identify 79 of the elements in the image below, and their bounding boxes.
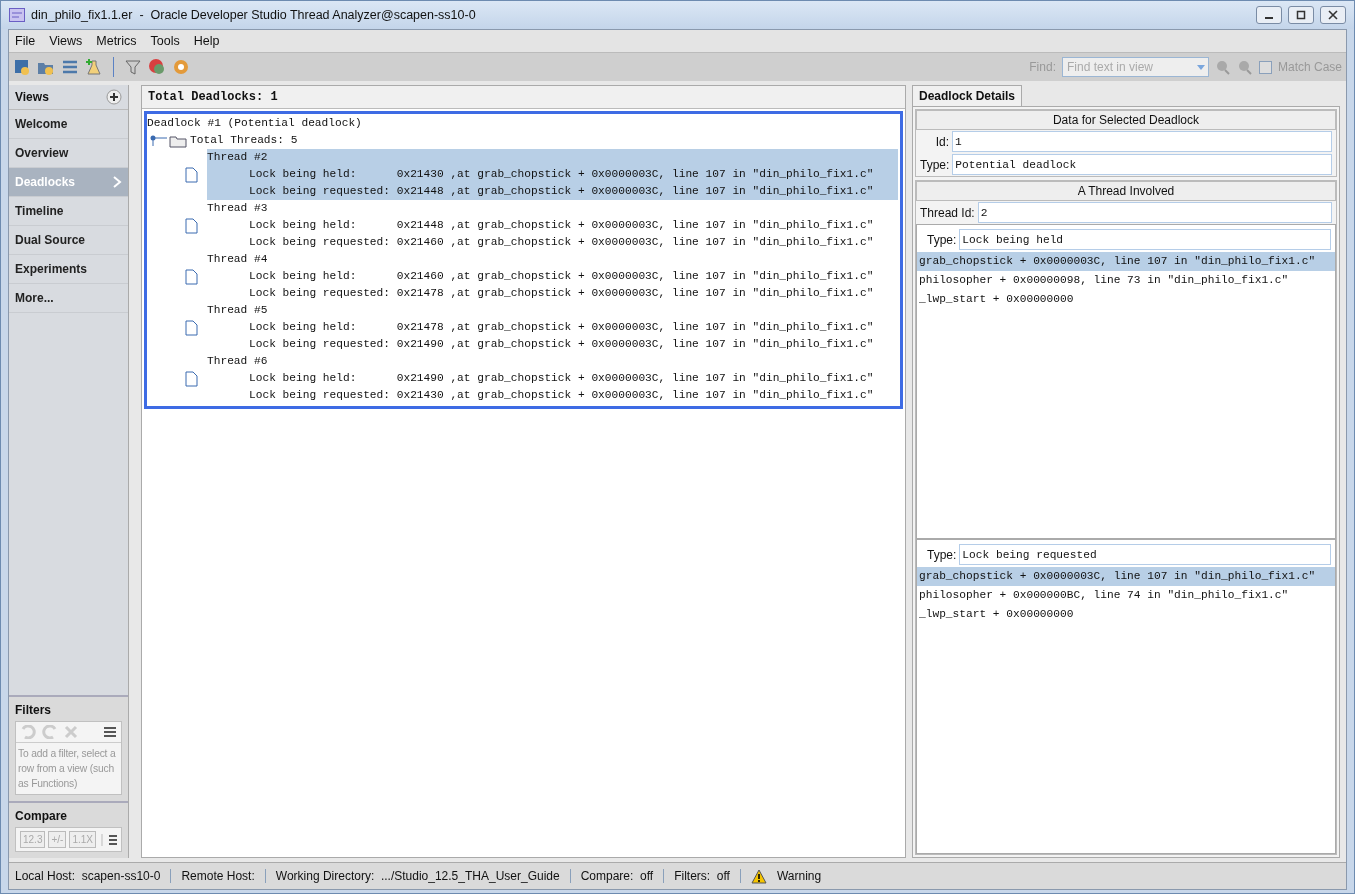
status-item: Remote Host: — [181, 869, 266, 883]
filters-heading: Filters — [15, 703, 52, 717]
minimize-icon — [1265, 17, 1273, 19]
match-case-checkbox[interactable] — [1258, 60, 1272, 74]
chevron-icon — [112, 176, 122, 188]
gear-icon[interactable] — [172, 58, 190, 76]
type-label: Type: — [920, 157, 950, 172]
add-icon[interactable] — [106, 89, 122, 105]
document-icon — [184, 268, 198, 285]
document-icon — [184, 370, 198, 387]
status-item: Working Directory: .../Studio_12.5_THA_User_Guide — [275, 869, 571, 883]
status-item: Filters: off — [674, 869, 741, 883]
remove-icon[interactable] — [64, 725, 78, 739]
sidebar-item[interactable]: Welcome — [9, 110, 128, 139]
menu-item[interactable]: File — [15, 34, 36, 48]
stack-frame[interactable]: _lwp_start + 0x00000000 — [917, 290, 1335, 309]
sidebar-item[interactable]: More... — [9, 284, 128, 313]
thread-node[interactable]: Thread #5 Lock being held: 0x21478 ,at grab_chopstick + 0x0000003C, line 107 in "din_philo_fix1.c" Lock being requested: 0x21490 ,at grab_chopstick + 0x0000003C, line 107 in "din_philo_fix1.c" — [207, 302, 898, 353]
app-icon — [9, 8, 25, 22]
stack-frame[interactable]: grab_chopstick + 0x0000003C, line 107 in "din_philo_fix1.c" — [917, 567, 1335, 586]
sidebar-item[interactable]: Experiments — [9, 255, 128, 284]
type-label: Type: — [927, 232, 957, 247]
status-item: Local Host: scapen-ss10-0 — [15, 869, 172, 883]
menu-item[interactable]: Views — [49, 34, 83, 48]
id-label: Id: — [935, 134, 949, 149]
filters-hint: To add a filter, select a row from a view (such as Functions) — [17, 747, 117, 791]
redo-icon[interactable] — [42, 725, 58, 739]
folder-icon — [169, 133, 187, 148]
warning-icon — [750, 868, 767, 884]
sidebar-item[interactable]: Dual Source — [9, 226, 128, 255]
list-icon[interactable] — [61, 58, 79, 76]
thread-node[interactable]: Thread #2 Lock being held: 0x21430 ,at grab_chopstick + 0x0000003C, line 107 in "din_philo_fix1.c" Lock being requested: 0x21448 ,at grab_chopstick + 0x0000003C, line 107 in "din_philo_fix1.c" — [207, 149, 898, 200]
views-heading: Views — [15, 90, 49, 104]
stack-frame[interactable]: grab_chopstick + 0x0000003C, line 107 in "din_philo_fix1.c" — [917, 252, 1335, 271]
id-field[interactable]: 1 — [952, 131, 1332, 152]
thread-node[interactable]: Thread #3 Lock being held: 0x21448 ,at grab_chopstick + 0x0000003C, line 107 in "din_philo_fix1.c" Lock being requested: 0x21460 ,at grab_chopstick + 0x0000003C, line 107 in "din_philo_fix1.c" — [207, 200, 898, 251]
close-button[interactable] — [1320, 6, 1346, 24]
find-field[interactable]: Find text in view — [1061, 57, 1209, 77]
deadlock-count: Total Deadlocks: 1 — [142, 86, 905, 109]
stack-frame[interactable]: philosopher + 0x00000098, line 73 in "din_philo_fix1.c" — [917, 271, 1335, 290]
flask-icon[interactable] — [85, 58, 103, 76]
sidebar-item[interactable]: Timeline — [9, 197, 128, 226]
menu-item[interactable]: Tools — [150, 34, 180, 48]
stack-frame[interactable]: philosopher + 0x000000BC, line 74 in "din_philo_fix1.c" — [917, 586, 1335, 605]
find-next-icon[interactable] — [1236, 59, 1253, 75]
filter-icon[interactable] — [124, 58, 142, 76]
thread-node[interactable]: Thread #4 Lock being held: 0x21460 ,at grab_chopstick + 0x0000003C, line 107 in "din_philo_fix1.c" Lock being requested: 0x21478 ,at grab_chopstick + 0x0000003C, line 107 in "din_philo_fix1.c" — [207, 251, 898, 302]
close-icon — [1328, 10, 1338, 20]
thread-node[interactable]: Thread #6 Lock being held: 0x21490 ,at grab_chopstick + 0x0000003C, line 107 in "din_philo_fix1.c" Lock being requested: 0x21430 ,at grab_chopstick + 0x0000003C, line 107 in "din_philo_fix1.c" — [207, 353, 898, 404]
stack-frame[interactable]: _lwp_start + 0x00000000 — [917, 605, 1335, 624]
thread-id-label: Thread Id: — [920, 205, 975, 220]
type-field[interactable]: Lock being requested — [959, 544, 1331, 565]
status-item: Compare: off — [580, 869, 665, 883]
minimize-button[interactable] — [1256, 6, 1282, 24]
document-icon — [184, 217, 198, 234]
menu-icon[interactable] — [108, 833, 117, 846]
section-heading: A Thread Involved — [916, 181, 1336, 201]
type-field[interactable]: Potential deadlock — [952, 154, 1332, 175]
details-tab[interactable]: Deadlock Details — [912, 85, 1023, 106]
type-field[interactable]: Lock being held — [959, 229, 1331, 250]
document-icon — [184, 319, 198, 336]
tree-node[interactable]: Deadlock #1 (Potential deadlock) — [147, 115, 898, 132]
find-previous-icon[interactable] — [1214, 59, 1231, 75]
undo-icon[interactable] — [20, 725, 36, 739]
thread-id-field[interactable]: 2 — [977, 202, 1332, 223]
maximize-button[interactable] — [1288, 6, 1314, 24]
section-heading: Data for Selected Deadlock — [916, 110, 1336, 130]
find-input[interactable]: Find text in view — [1062, 60, 1194, 74]
maximize-icon — [1296, 10, 1306, 20]
window-title: din_philo_fix1.1.er - Oracle Developer Studio Thread Analyzer@scapen-ss10-0 — [31, 8, 477, 22]
type-label: Type: — [927, 547, 957, 562]
document-icon — [184, 166, 198, 183]
warning-label: Warning — [776, 869, 822, 883]
menu-item[interactable]: Metrics — [96, 34, 137, 48]
tree-node[interactable]: Total Threads: 5 — [190, 132, 298, 149]
save-icon[interactable] — [13, 58, 31, 76]
menu-item[interactable]: Help — [193, 34, 220, 48]
menu-icon[interactable] — [103, 726, 117, 738]
compare-heading: Compare — [15, 809, 68, 823]
